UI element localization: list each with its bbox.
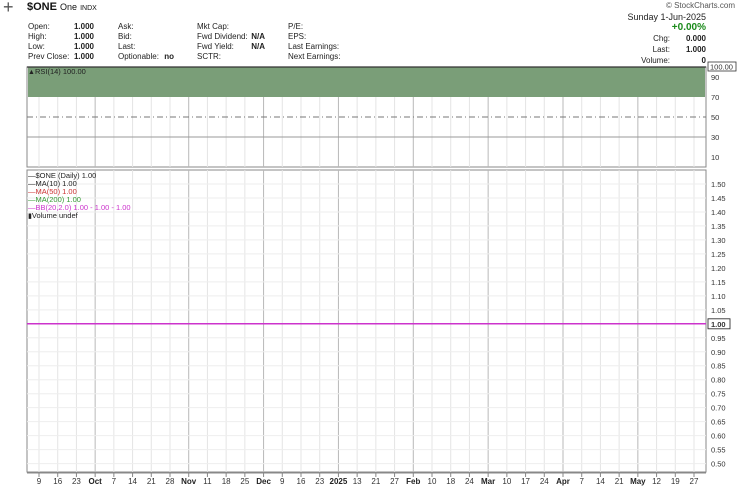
x-tick-label: Feb <box>406 477 420 486</box>
x-tick-label: 16 <box>53 477 62 486</box>
chart-svg: 90 70 50 30 10 100.00 1.50 1.45 1.40 1.35 1.30 1.25… <box>26 61 737 486</box>
price-tick-label: 1.30 <box>711 236 726 245</box>
x-tick-label: Oct <box>88 477 102 486</box>
x-tick-label: 14 <box>128 477 137 486</box>
x-tick-label: 18 <box>446 477 455 486</box>
x-tick-label: 21 <box>371 477 380 486</box>
x-tick-label: 7 <box>579 477 584 486</box>
x-tick-label: 24 <box>540 477 549 486</box>
legend-rsi: ▲RSI(14) 100.00 <box>28 67 86 77</box>
x-tick-label: 23 <box>72 477 81 486</box>
legend-volume-label: Volume undef <box>31 211 78 220</box>
price-current-label: 1.00 <box>711 320 726 329</box>
x-tick-label: 9 <box>280 477 285 486</box>
x-tick-label: 10 <box>502 477 511 486</box>
x-tick-label: 27 <box>390 477 399 486</box>
x-tick-label: 16 <box>297 477 306 486</box>
rsi-tick-label: 10 <box>711 153 719 162</box>
x-tick-label: 9 <box>37 477 42 486</box>
price-tick-label: 0.95 <box>711 334 726 343</box>
x-tick-label: 10 <box>428 477 437 486</box>
x-tick-label: 18 <box>222 477 231 486</box>
x-tick-label: Dec <box>256 477 271 486</box>
rsi-tick-label: 30 <box>711 133 719 142</box>
x-tick-label: Mar <box>481 477 495 486</box>
price-tick-label: 1.45 <box>711 194 726 203</box>
legend-volume: ▮Volume undef <box>28 211 78 221</box>
price-tick-label: 0.55 <box>711 446 726 455</box>
x-tick-label: 23 <box>315 477 324 486</box>
price-panel-frame <box>26 169 707 473</box>
x-tick-label: 11 <box>203 477 212 486</box>
price-tick-label: 1.10 <box>711 292 726 301</box>
x-tick-label: 7 <box>112 477 117 486</box>
rsi-overbought-fill <box>28 67 705 97</box>
rsi-tick-label: 50 <box>711 113 719 122</box>
rsi-tick-label: 70 <box>711 93 719 102</box>
price-tick-label: 0.60 <box>711 432 726 441</box>
legend-rsi-label: RSI(14) 100.00 <box>34 67 86 76</box>
price-tick-label: 0.80 <box>711 376 726 385</box>
x-tick-label: 12 <box>652 477 661 486</box>
x-tick-label: 21 <box>615 477 624 486</box>
price-tick-label: 0.70 <box>711 404 726 413</box>
price-tick-label: 1.40 <box>711 208 726 217</box>
x-tick-label: 25 <box>240 477 249 486</box>
x-tick-label: 17 <box>521 477 530 486</box>
x-tick-label: 21 <box>147 477 156 486</box>
price-tick-label: 0.75 <box>711 390 726 399</box>
x-tick-label: 27 <box>690 477 699 486</box>
price-tick-label: 1.35 <box>711 222 726 231</box>
price-tick-label: 0.85 <box>711 362 726 371</box>
x-tick-label: 13 <box>353 477 362 486</box>
price-tick-label: 1.50 <box>711 180 726 189</box>
rsi-tick-label: 90 <box>711 73 719 82</box>
price-tick-label: 1.15 <box>711 278 726 287</box>
x-tick-label: 14 <box>596 477 605 486</box>
price-tick-label: 0.50 <box>711 460 726 469</box>
x-tick-label: Nov <box>181 477 197 486</box>
x-tick-label: Apr <box>556 477 570 486</box>
price-tick-label: 1.05 <box>711 306 726 315</box>
x-tick-label: May <box>630 477 646 486</box>
x-tick-label: 2025 <box>330 477 348 486</box>
price-tick-label: 1.20 <box>711 264 726 273</box>
price-tick-label: 0.90 <box>711 348 726 357</box>
price-tick-label: 0.65 <box>711 418 726 427</box>
price-tick-label: 1.25 <box>711 250 726 259</box>
x-tick-label: 28 <box>166 477 175 486</box>
x-tick-label: 19 <box>671 477 680 486</box>
rsi-current-label: 100.00 <box>710 63 733 72</box>
x-tick-label: 24 <box>465 477 474 486</box>
